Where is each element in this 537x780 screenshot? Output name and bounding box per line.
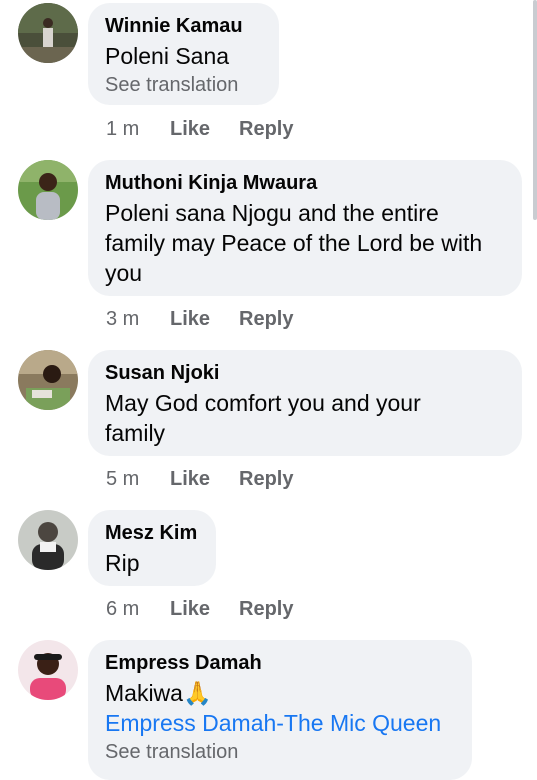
timestamp[interactable]: 3 m bbox=[106, 306, 139, 332]
comment-bubble: Winnie Kamau Poleni Sana See translation bbox=[88, 3, 279, 105]
avatar-photo-icon bbox=[18, 3, 78, 63]
comment-text: Makiwa🙏 bbox=[105, 680, 212, 706]
avatar-photo-icon bbox=[18, 640, 78, 700]
timestamp[interactable]: 5 m bbox=[106, 466, 139, 492]
avatar-photo-icon bbox=[18, 510, 78, 570]
reply-button[interactable]: Reply bbox=[239, 306, 293, 332]
like-button[interactable]: Like bbox=[170, 306, 210, 332]
comment-text-line: family may Peace of the Lord be with bbox=[105, 230, 483, 256]
commenter-name[interactable]: Susan Njoki bbox=[105, 360, 504, 386]
comment-text-line: Poleni sana Njogu and the entire bbox=[105, 200, 439, 226]
reply-button[interactable]: Reply bbox=[239, 116, 293, 142]
commenter-name[interactable]: Mesz Kim bbox=[105, 520, 198, 546]
commenter-name[interactable]: Empress Damah bbox=[105, 650, 454, 676]
avatar[interactable] bbox=[18, 3, 78, 63]
comment-text-line: May God comfort you and your bbox=[105, 390, 421, 416]
commenter-name[interactable]: Winnie Kamau bbox=[105, 13, 261, 39]
scrollbar[interactable] bbox=[533, 0, 537, 220]
tagged-profile-link[interactable]: Empress Damah-The Mic Queen bbox=[105, 708, 454, 738]
see-translation-link[interactable]: See translation bbox=[105, 738, 454, 766]
avatar[interactable] bbox=[18, 510, 78, 570]
commenter-name[interactable]: Muthoni Kinja Mwaura bbox=[105, 170, 504, 196]
comment-bubble: Empress Damah Makiwa🙏 Empress Damah-The … bbox=[88, 640, 472, 780]
reply-button[interactable]: Reply bbox=[239, 466, 293, 492]
comment-bubble: Muthoni Kinja Mwaura Poleni sana Njogu a… bbox=[88, 160, 522, 296]
avatar[interactable] bbox=[18, 640, 78, 700]
avatar[interactable] bbox=[18, 160, 78, 220]
timestamp[interactable]: 6 m bbox=[106, 596, 139, 622]
reply-button[interactable]: Reply bbox=[239, 596, 293, 622]
comment-text: Poleni Sana bbox=[105, 43, 230, 69]
like-button[interactable]: Like bbox=[170, 116, 210, 142]
like-button[interactable]: Like bbox=[170, 466, 210, 492]
comment-bubble: Susan Njoki May God comfort you and your… bbox=[88, 350, 522, 456]
comment-text-line: you bbox=[105, 260, 143, 286]
like-button[interactable]: Like bbox=[170, 596, 210, 622]
comment-text: Rip bbox=[105, 550, 140, 576]
avatar-photo-icon bbox=[18, 160, 78, 220]
comment-text-line: family bbox=[105, 420, 166, 446]
avatar-photo-icon bbox=[18, 350, 78, 410]
timestamp[interactable]: 1 m bbox=[106, 116, 139, 142]
see-translation-link[interactable]: See translation bbox=[105, 71, 261, 99]
avatar[interactable] bbox=[18, 350, 78, 410]
comment-bubble: Mesz Kim Rip bbox=[88, 510, 216, 586]
